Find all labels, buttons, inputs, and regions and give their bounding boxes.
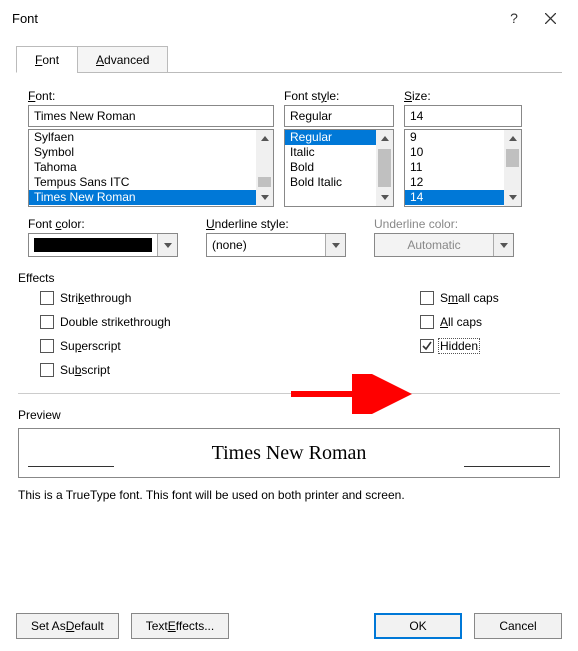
scroll-down-button[interactable]: [256, 189, 273, 206]
list-item[interactable]: Symbol: [29, 145, 273, 160]
tab-font[interactable]: Font: [16, 46, 78, 73]
small-caps-checkbox[interactable]: Small caps: [420, 291, 538, 305]
scroll-up-button[interactable]: [256, 130, 273, 147]
subscript-checkbox[interactable]: Subscript: [40, 363, 420, 377]
ok-button[interactable]: OK: [374, 613, 462, 639]
close-button[interactable]: [532, 0, 568, 36]
font-style-listbox[interactable]: Regular Italic Bold Bold Italic: [284, 129, 394, 207]
font-color-label: Font color:: [28, 217, 178, 231]
strikethrough-checkbox[interactable]: Strikethrough: [40, 291, 420, 305]
scroll-down-button[interactable]: [376, 189, 393, 206]
tab-advanced[interactable]: Advanced: [77, 46, 168, 73]
font-input[interactable]: [28, 105, 274, 127]
hidden-checkbox[interactable]: Hidden: [420, 339, 538, 353]
underline-color-dropdown: Automatic: [374, 233, 514, 257]
double-strikethrough-checkbox[interactable]: Double strikethrough: [40, 315, 420, 329]
list-item[interactable]: Sylfaen: [29, 130, 273, 145]
text-effects-button[interactable]: Text Effects...: [131, 613, 230, 639]
underline-style-label: Underline style:: [206, 217, 346, 231]
preview-text: Times New Roman: [212, 442, 367, 465]
font-label: Font:: [28, 89, 274, 103]
help-button[interactable]: ?: [496, 0, 532, 36]
font-color-dropdown[interactable]: [28, 233, 178, 257]
all-caps-checkbox[interactable]: All caps: [420, 315, 538, 329]
font-style-label: Font style:: [284, 89, 394, 103]
scroll-up-button[interactable]: [504, 130, 521, 147]
effects-section-label: Effects: [18, 271, 560, 285]
underline-color-label: Underline color:: [374, 217, 514, 231]
list-item[interactable]: Tahoma: [29, 160, 273, 175]
font-listbox[interactable]: Sylfaen Symbol Tahoma Tempus Sans ITC Ti…: [28, 129, 274, 207]
scrollbar[interactable]: [504, 130, 521, 206]
dialog-title: Font: [10, 11, 496, 26]
scroll-down-button[interactable]: [504, 189, 521, 206]
list-item[interactable]: Tempus Sans ITC: [29, 175, 273, 190]
chevron-down-icon[interactable]: [157, 234, 177, 256]
scroll-up-button[interactable]: [376, 130, 393, 147]
preview-note: This is a TrueType font. This font will …: [18, 488, 560, 502]
cancel-button[interactable]: Cancel: [474, 613, 562, 639]
scrollbar[interactable]: [256, 130, 273, 206]
list-item[interactable]: Times New Roman: [29, 190, 273, 205]
preview-box: Times New Roman: [18, 428, 560, 478]
set-as-default-button[interactable]: Set As Default: [16, 613, 119, 639]
chevron-down-icon: [493, 234, 513, 256]
superscript-checkbox[interactable]: Superscript: [40, 339, 420, 353]
underline-style-dropdown[interactable]: (none): [206, 233, 346, 257]
size-listbox[interactable]: 9 10 11 12 14: [404, 129, 522, 207]
font-style-input[interactable]: [284, 105, 394, 127]
preview-section-label: Preview: [18, 408, 560, 422]
color-swatch: [34, 238, 152, 252]
scrollbar[interactable]: [376, 130, 393, 206]
size-input[interactable]: [404, 105, 522, 127]
size-label: Size:: [404, 89, 522, 103]
tab-bar: Font Advanced: [16, 46, 562, 73]
chevron-down-icon[interactable]: [325, 234, 345, 256]
